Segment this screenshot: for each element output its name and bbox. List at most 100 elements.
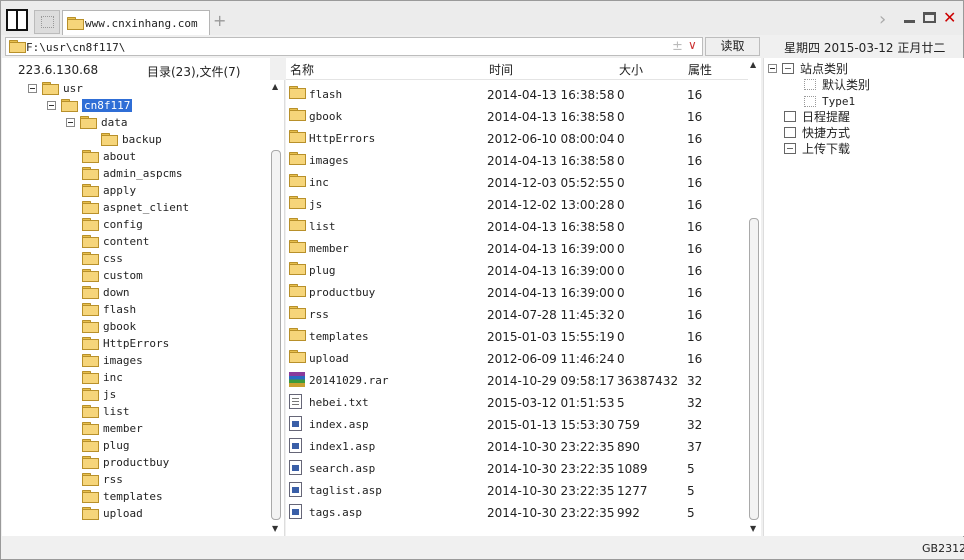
- bookmark-icon[interactable]: ±: [672, 39, 683, 54]
- minimize-button[interactable]: [904, 20, 915, 23]
- scroll-down-icon[interactable]: ▼: [272, 524, 278, 533]
- tree-node[interactable]: plug: [82, 437, 130, 454]
- file-row[interactable]: plug 2014-04-13 16:39:00 0 16: [286, 258, 748, 280]
- tree-node[interactable]: down: [82, 284, 130, 301]
- tree-node[interactable]: list: [82, 403, 130, 420]
- file-row[interactable]: taglist.asp 2014-10-30 23:22:35 1277 5: [286, 478, 748, 500]
- tree-node[interactable]: rss: [82, 471, 123, 488]
- file-row[interactable]: rss 2014-07-28 11:45:32 0 16: [286, 302, 748, 324]
- file-row[interactable]: gbook 2014-04-13 16:38:58 0 16: [286, 104, 748, 126]
- tree-label: down: [103, 286, 130, 299]
- tree-node[interactable]: aspnet_client: [82, 199, 189, 216]
- tree-node[interactable]: flash: [82, 301, 136, 318]
- tree-node-cn8f117[interactable]: cn8f117: [47, 97, 133, 114]
- file-size: 759: [617, 418, 640, 432]
- tree-node[interactable]: productbuy: [82, 454, 169, 471]
- shortcut-node[interactable]: 快捷方式: [784, 124, 850, 140]
- file-attr: 16: [687, 198, 703, 212]
- col-size-header[interactable]: 大小: [619, 61, 643, 78]
- folder-icon: [82, 320, 99, 333]
- file-name: HttpErrors: [309, 132, 376, 145]
- tree-node[interactable]: css: [82, 250, 123, 267]
- collapse-icon[interactable]: [768, 63, 777, 73]
- file-row[interactable]: tags.asp 2014-10-30 23:22:35 992 5: [286, 500, 748, 522]
- tree-node[interactable]: HttpErrors: [82, 335, 169, 352]
- file-size: 5: [617, 396, 625, 410]
- tree-label-selected: cn8f117: [82, 99, 133, 112]
- tree-node[interactable]: custom: [82, 267, 143, 284]
- tree-node-backup[interactable]: backup: [101, 131, 162, 148]
- col-name-header[interactable]: 名称: [290, 61, 314, 78]
- tree-node[interactable]: js: [82, 386, 116, 403]
- scroll-thumb[interactable]: [749, 218, 759, 520]
- file-row[interactable]: list 2014-04-13 16:38:58 0 16: [286, 214, 748, 236]
- collapse-icon[interactable]: [47, 101, 56, 110]
- col-attr-header[interactable]: 属性: [688, 61, 712, 78]
- forward-icon[interactable]: ›: [879, 9, 886, 30]
- file-row[interactable]: productbuy 2014-04-13 16:39:00 0 16: [286, 280, 748, 302]
- file-time: 2014-10-30 23:22:35: [487, 506, 615, 520]
- tree-node[interactable]: admin_aspcms: [82, 165, 182, 182]
- file-row[interactable]: templates 2015-01-03 15:55:19 0 16: [286, 324, 748, 346]
- file-row[interactable]: 20141029.rar 2014-10-29 09:58:17 36387432 3…: [286, 368, 748, 390]
- chevron-down-icon[interactable]: ∨: [688, 38, 697, 52]
- tree-scrollbar[interactable]: ▲ ▼: [270, 80, 283, 536]
- tree-node[interactable]: content: [82, 233, 149, 250]
- close-button[interactable]: ✕: [943, 8, 956, 27]
- file-row[interactable]: js 2014-12-02 13:00:28 0 16: [286, 192, 748, 214]
- file-row[interactable]: member 2014-04-13 16:39:00 0 16: [286, 236, 748, 258]
- tree-node[interactable]: templates: [82, 488, 163, 505]
- new-tab-button[interactable]: +: [213, 11, 226, 30]
- file-row[interactable]: index.asp 2015-01-13 15:53:30 759 32: [286, 412, 748, 434]
- upload-node[interactable]: 上传下载: [784, 140, 850, 156]
- tree-node[interactable]: gbook: [82, 318, 136, 335]
- read-button[interactable]: 读取: [705, 37, 760, 56]
- list-scrollbar[interactable]: ▲ ▼: [748, 58, 761, 536]
- scroll-up-icon[interactable]: ▲: [272, 82, 278, 91]
- file-time: 2014-12-03 05:52:55: [487, 176, 615, 190]
- scroll-down-icon[interactable]: ▼: [750, 524, 756, 533]
- tree-node-data[interactable]: data: [66, 114, 128, 131]
- file-row[interactable]: hebei.txt 2015-03-12 01:51:53 5 32: [286, 390, 748, 412]
- collapse-icon[interactable]: [66, 118, 75, 127]
- sidebar-toggle-button[interactable]: [6, 9, 28, 31]
- file-name: search.asp: [309, 462, 376, 475]
- maximize-button[interactable]: [923, 12, 936, 23]
- script-file-icon: [289, 504, 302, 519]
- file-row[interactable]: images 2014-04-13 16:38:58 0 16: [286, 148, 748, 170]
- scroll-thumb[interactable]: [271, 150, 281, 520]
- col-time-header[interactable]: 时间: [489, 61, 513, 78]
- folder-icon: [82, 405, 99, 418]
- tree-node[interactable]: upload: [82, 505, 143, 522]
- file-row[interactable]: flash 2014-04-13 16:38:58 0 16: [286, 82, 748, 104]
- collapse-icon[interactable]: [28, 84, 37, 93]
- tree-node[interactable]: about: [82, 148, 136, 165]
- tree-node[interactable]: inc: [82, 369, 123, 386]
- tree-node[interactable]: apply: [82, 182, 136, 199]
- transfer-icon: [784, 142, 796, 154]
- default-category-node[interactable]: 默认类别: [804, 76, 870, 92]
- file-attr: 5: [687, 506, 695, 520]
- tree-node[interactable]: config: [82, 216, 143, 233]
- tree-node[interactable]: images: [82, 352, 143, 369]
- tree-node-usr[interactable]: usr: [28, 80, 83, 97]
- file-row[interactable]: HttpErrors 2012-06-10 08:00:04 0 16: [286, 126, 748, 148]
- path-input[interactable]: F:\usr\cn8f117\ ± ∨: [5, 37, 703, 56]
- file-name: gbook: [309, 110, 343, 123]
- file-row[interactable]: search.asp 2014-10-30 23:22:35 1089 5: [286, 456, 748, 478]
- file-row[interactable]: upload 2012-06-09 11:46:24 0 16: [286, 346, 748, 368]
- scroll-up-icon[interactable]: ▲: [750, 60, 756, 69]
- schedule-node[interactable]: 日程提醒: [784, 108, 850, 124]
- file-time: 2014-04-13 16:39:00: [487, 286, 615, 300]
- file-row[interactable]: inc 2014-12-03 05:52:55 0 16: [286, 170, 748, 192]
- tree-node[interactable]: member: [82, 420, 143, 437]
- blank-tab[interactable]: [34, 10, 60, 34]
- folder-icon: [82, 490, 99, 503]
- tab-active[interactable]: www.cnxinhang.com: [62, 10, 210, 35]
- address-row: F:\usr\cn8f117\ ± ∨ 读取 星期四 2015-03-12 正月…: [2, 35, 964, 57]
- file-name: rss: [309, 308, 329, 321]
- tree-label: apply: [103, 184, 137, 197]
- file-row[interactable]: index1.asp 2014-10-30 23:22:35 890 37: [286, 434, 748, 456]
- tree-label: about: [103, 150, 137, 163]
- site-category-node[interactable]: 站点类别: [768, 60, 848, 76]
